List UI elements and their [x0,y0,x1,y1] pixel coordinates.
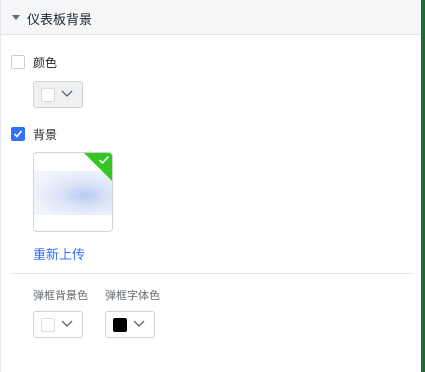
background-checkbox[interactable] [11,127,25,141]
window-edge [421,0,425,372]
color-swatch [41,88,55,102]
section-header[interactable]: 仪表板背景 [1,0,422,35]
color-picker[interactable] [33,81,83,108]
popup-bg-color-picker[interactable] [33,311,83,338]
popup-font-color-picker[interactable] [105,311,155,338]
checkmark-icon [98,155,110,165]
chevron-down-icon [61,320,73,327]
background-label: 背景 [33,128,58,142]
divider [11,273,414,274]
popup-bg-color-swatch [41,318,55,332]
color-label: 颜色 [33,56,58,70]
collapse-caret-icon[interactable] [12,15,20,20]
background-image-thumbnail[interactable] [33,152,113,232]
chevron-down-icon [133,320,145,327]
popup-font-color-swatch [113,318,127,332]
check-icon [13,130,23,138]
dashboard-background-panel: 仪表板背景 颜色 背景 重新上传 弹框背景色 弹框字体色 [0,0,422,372]
reupload-link[interactable]: 重新上传 [33,244,85,263]
color-checkbox[interactable] [11,55,25,69]
popup-bg-color-label: 弹框背景色 [33,289,88,302]
popup-font-color-label: 弹框字体色 [105,289,160,302]
chevron-down-icon [61,90,73,97]
section-title: 仪表板背景 [27,13,93,28]
